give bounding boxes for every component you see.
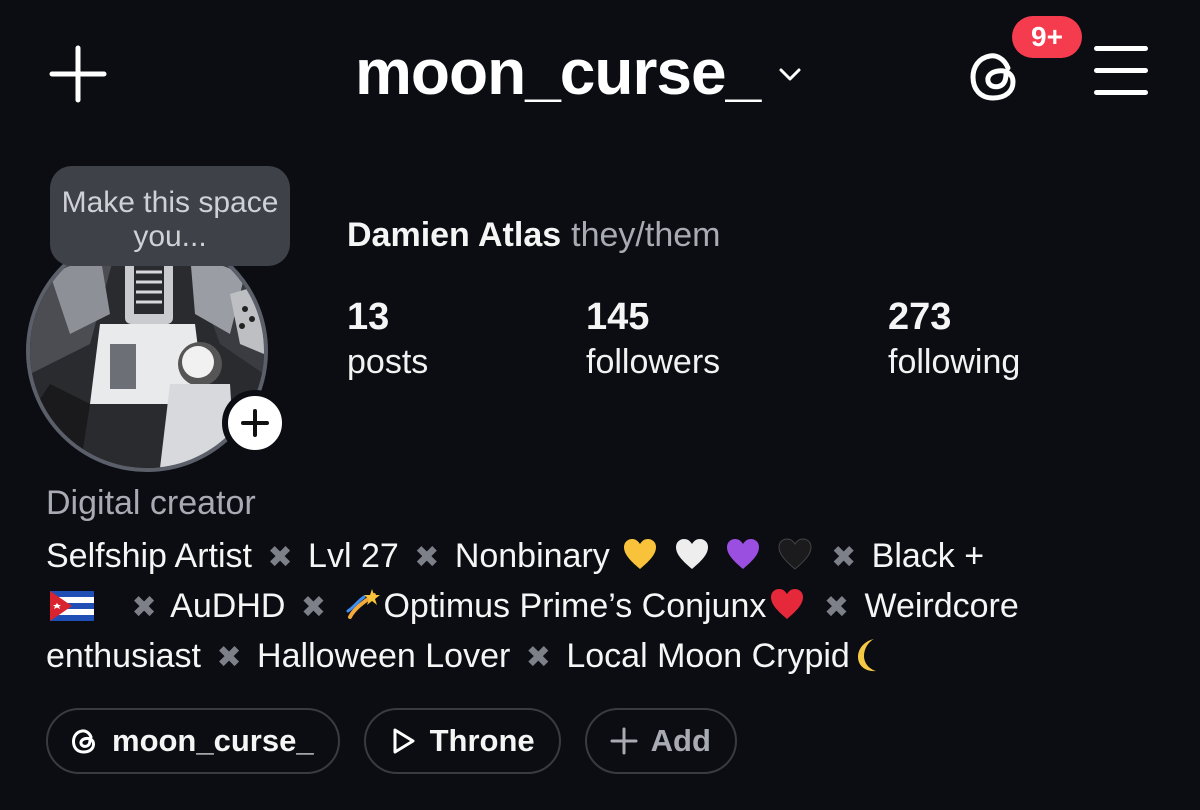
dizzy-icon bbox=[346, 589, 381, 619]
display-name: Damien Atlas bbox=[347, 216, 562, 254]
bio-text: Weirdcore bbox=[864, 587, 1019, 625]
bio-separator: ✖ bbox=[300, 591, 327, 624]
purple-heart-icon bbox=[727, 539, 760, 569]
threads-button[interactable] bbox=[966, 46, 1026, 106]
stat-value: 145 bbox=[586, 296, 650, 338]
menu-button[interactable] bbox=[1090, 46, 1152, 96]
note-tooltip[interactable]: Make this space you... bbox=[50, 166, 290, 266]
bio-text: Nonbinary bbox=[454, 537, 610, 575]
stat-value: 273 bbox=[888, 296, 952, 338]
account-switcher[interactable]: moon_curse_ bbox=[355, 32, 802, 112]
bio-separator: ✖ bbox=[823, 591, 850, 624]
bio-text: Halloween Lover bbox=[257, 637, 511, 675]
username-title: moon_curse_ bbox=[355, 36, 761, 108]
stat-followers[interactable]: 145 followers bbox=[586, 294, 720, 384]
pronouns: they/them bbox=[571, 216, 721, 254]
notification-badge: 9+ bbox=[1012, 16, 1082, 58]
stat-label: posts bbox=[347, 343, 429, 381]
stat-value: 13 bbox=[347, 296, 390, 338]
bio-text: Optimus Prime’s Conjunx bbox=[383, 587, 767, 625]
cuba-flag-icon bbox=[50, 591, 94, 621]
red-heart-icon bbox=[771, 589, 804, 619]
profile-category: Digital creator bbox=[46, 484, 256, 522]
bio-text: enthusiast bbox=[46, 637, 201, 675]
bio-separator: ✖ bbox=[216, 641, 242, 674]
stat-posts[interactable]: 13 posts bbox=[347, 294, 428, 384]
bio-separator: ✖ bbox=[831, 541, 857, 574]
profile-links: moon_curse_ Throne Add bbox=[46, 708, 737, 774]
stat-label: following bbox=[888, 343, 1021, 381]
add-link-pill[interactable]: Add bbox=[584, 708, 737, 774]
bio-text: Black + bbox=[871, 537, 985, 575]
bio-separator: ✖ bbox=[267, 541, 293, 574]
stat-following[interactable]: 273 following bbox=[888, 294, 1020, 384]
white-heart-icon bbox=[675, 539, 708, 569]
chevron-down-icon bbox=[779, 68, 801, 81]
threads-link-pill[interactable]: moon_curse_ bbox=[46, 708, 340, 774]
name-row: Damien Atlas they/them bbox=[347, 216, 720, 255]
threads-icon bbox=[71, 729, 96, 754]
plus-icon bbox=[49, 45, 107, 103]
bio-text: Selfship Artist bbox=[46, 537, 252, 575]
pill-label: moon_curse_ bbox=[112, 723, 314, 758]
top-bar: moon_curse_ 9+ bbox=[0, 0, 1200, 150]
bio-text: AuDHD bbox=[170, 587, 286, 625]
yellow-heart-icon bbox=[624, 539, 657, 569]
play-outline-icon bbox=[393, 728, 415, 754]
bio-separator: ✖ bbox=[131, 591, 157, 624]
throne-link-pill[interactable]: Throne bbox=[363, 708, 561, 774]
stat-label: followers bbox=[586, 343, 721, 381]
pill-label: Add bbox=[650, 723, 711, 758]
crescent-moon-icon bbox=[857, 639, 876, 672]
create-post-button[interactable] bbox=[48, 44, 108, 104]
pill-label: Throne bbox=[429, 723, 535, 758]
bio-separator: ✖ bbox=[414, 541, 440, 574]
threads-icon bbox=[970, 53, 1016, 101]
bio-text: Local Moon Crypid bbox=[566, 637, 850, 675]
add-story-button[interactable] bbox=[222, 390, 288, 456]
plus-icon bbox=[610, 727, 638, 755]
bio-separator: ✖ bbox=[525, 641, 551, 674]
plus-icon bbox=[241, 409, 269, 437]
hamburger-menu-icon bbox=[1090, 46, 1152, 96]
bio: Selfship Artist ✖ Lvl 27 ✖ Nonbinary ✖ B… bbox=[46, 532, 1156, 682]
bio-text: Lvl 27 bbox=[308, 537, 399, 575]
black-heart-icon bbox=[778, 538, 812, 570]
